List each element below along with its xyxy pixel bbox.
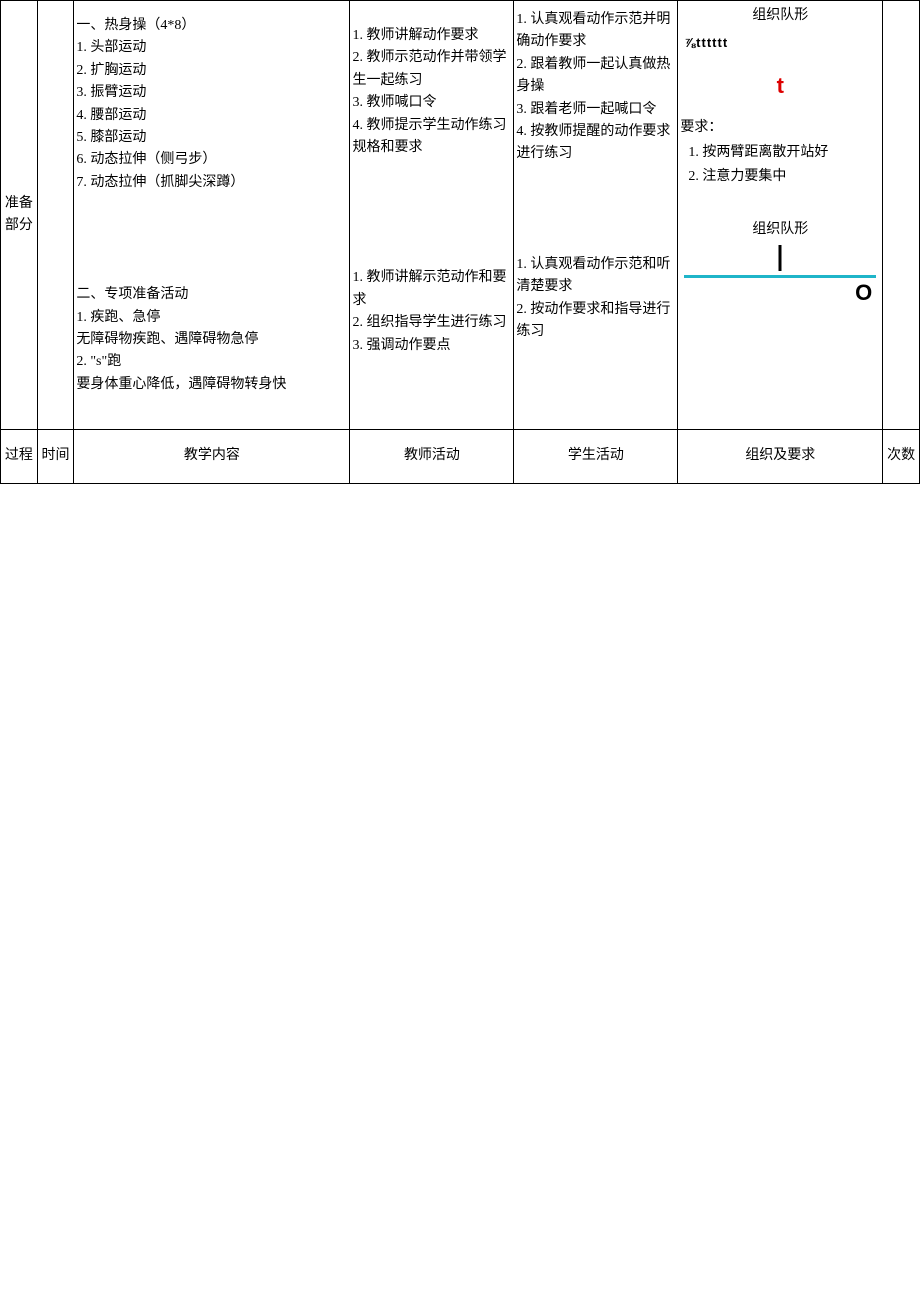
warmup-item: 6. 动态拉伸（侧弓步） (76, 149, 347, 171)
teacher-item: 2. 组织指导学生进行练习 (352, 312, 511, 334)
teaching-content-cell: 一、热身操（4*8） 1. 头部运动 2. 扩胸运动 3. 振臂运动 4. 腰部… (74, 1, 350, 430)
teacher-block2: 1. 教师讲解示范动作和要求 2. 组织指导学生进行练习 3. 强调动作要点 (352, 267, 511, 357)
special-prep-item: 无障碍物疾跑、遇障碍物急停 (76, 329, 347, 351)
formation-title-1: 组织队形 (680, 5, 880, 27)
warmup-item: 7. 动态拉伸（抓脚尖深蹲） (76, 172, 347, 194)
requirements-label: 要求： (680, 117, 880, 139)
formation-big-t: t (680, 68, 880, 103)
warmup-item: 1. 头部运动 (76, 37, 347, 59)
formation-o-symbol: O (855, 275, 872, 310)
student-item: 1. 认真观看动作示范和听清楚要求 (516, 254, 675, 299)
prep-section-row: 准备部分 一、热身操（4*8） 1. 头部运动 2. 扩胸运动 3. 振臂运动 … (1, 1, 920, 430)
special-prep-block: 二、专项准备活动 1. 疾跑、急停 无障碍物疾跑、遇障碍物急停 2. "s"跑 … (76, 284, 347, 396)
section-label-cell: 准备部分 (1, 1, 38, 430)
organization-cell: 组织队形 ⅞tttttt t 要求： 按两臂距离散开站好 注意力要集中 组织队形… (678, 1, 883, 430)
teacher-activity-cell: 1. 教师讲解动作要求 2. 教师示范动作并带领学生一起练习 3. 教师喊口令 … (350, 1, 514, 430)
formation-title-2: 组织队形 (680, 219, 880, 241)
count-cell-empty (883, 1, 920, 430)
header-count: 次数 (883, 429, 920, 483)
header-org: 组织及要求 (678, 429, 883, 483)
warmup-item: 2. 扩胸运动 (76, 60, 347, 82)
formation-horizontal-line-icon (684, 275, 876, 278)
teacher-item: 3. 强调动作要点 (352, 335, 511, 357)
student-item: 3. 跟着老师一起喊口令 (516, 99, 675, 121)
special-prep-item: 要身体重心降低，遇障碍物转身快 (76, 374, 347, 396)
special-prep-title: 二、专项准备活动 (76, 284, 347, 306)
header-teacher: 教师活动 (350, 429, 514, 483)
warmup-title: 一、热身操（4*8） (76, 15, 347, 37)
student-activity-cell: 1. 认真观看动作示范并明确动作要求 2. 跟着教师一起认真做热身操 3. 跟着… (514, 1, 678, 430)
formation-vertical-bar-icon (779, 245, 782, 271)
teacher-item: 2. 教师示范动作并带领学生一起练习 (352, 47, 511, 92)
student-block2: 1. 认真观看动作示范和听清楚要求 2. 按动作要求和指导进行练习 (516, 254, 675, 344)
teacher-item: 3. 教师喊口令 (352, 92, 511, 114)
formation-symbols-line: ⅞tttttt (684, 33, 880, 54)
requirement-item: 按两臂距离散开站好 (702, 142, 880, 164)
section-label: 准备部分 (5, 196, 33, 233)
requirement-item: 注意力要集中 (702, 166, 880, 188)
teacher-block1: 1. 教师讲解动作要求 2. 教师示范动作并带领学生一起练习 3. 教师喊口令 … (352, 25, 511, 159)
student-item: 2. 按动作要求和指导进行练习 (516, 299, 675, 344)
warmup-item: 3. 振臂运动 (76, 82, 347, 104)
header-content: 教学内容 (74, 429, 350, 483)
time-cell-empty (37, 1, 74, 430)
warmup-item: 4. 腰部运动 (76, 105, 347, 127)
warmup-item: 5. 膝部运动 (76, 127, 347, 149)
formation-diagram-2: O (680, 245, 880, 315)
student-block1: 1. 认真观看动作示范并明确动作要求 2. 跟着教师一起认真做热身操 3. 跟着… (516, 9, 675, 166)
special-prep-item: 1. 疾跑、急停 (76, 307, 347, 329)
column-header-row: 过程 时间 教学内容 教师活动 学生活动 组织及要求 次数 (1, 429, 920, 483)
header-student: 学生活动 (514, 429, 678, 483)
requirements-list: 按两臂距离散开站好 注意力要集中 (684, 142, 880, 189)
spacer (680, 315, 880, 425)
header-time: 时间 (37, 429, 74, 483)
student-item: 2. 跟着教师一起认真做热身操 (516, 54, 675, 99)
warmup-block: 一、热身操（4*8） 1. 头部运动 2. 扩胸运动 3. 振臂运动 4. 腰部… (76, 15, 347, 194)
student-item: 1. 认真观看动作示范并明确动作要求 (516, 9, 675, 54)
teacher-item: 4. 教师提示学生动作练习规格和要求 (352, 115, 511, 160)
teacher-item: 1. 教师讲解动作要求 (352, 25, 511, 47)
lesson-plan-table: 准备部分 一、热身操（4*8） 1. 头部运动 2. 扩胸运动 3. 振臂运动 … (0, 0, 920, 484)
teacher-item: 1. 教师讲解示范动作和要求 (352, 267, 511, 312)
header-process: 过程 (1, 429, 38, 483)
special-prep-item: 2. "s"跑 (76, 351, 347, 373)
student-item: 4. 按教师提醒的动作要求进行练习 (516, 121, 675, 166)
